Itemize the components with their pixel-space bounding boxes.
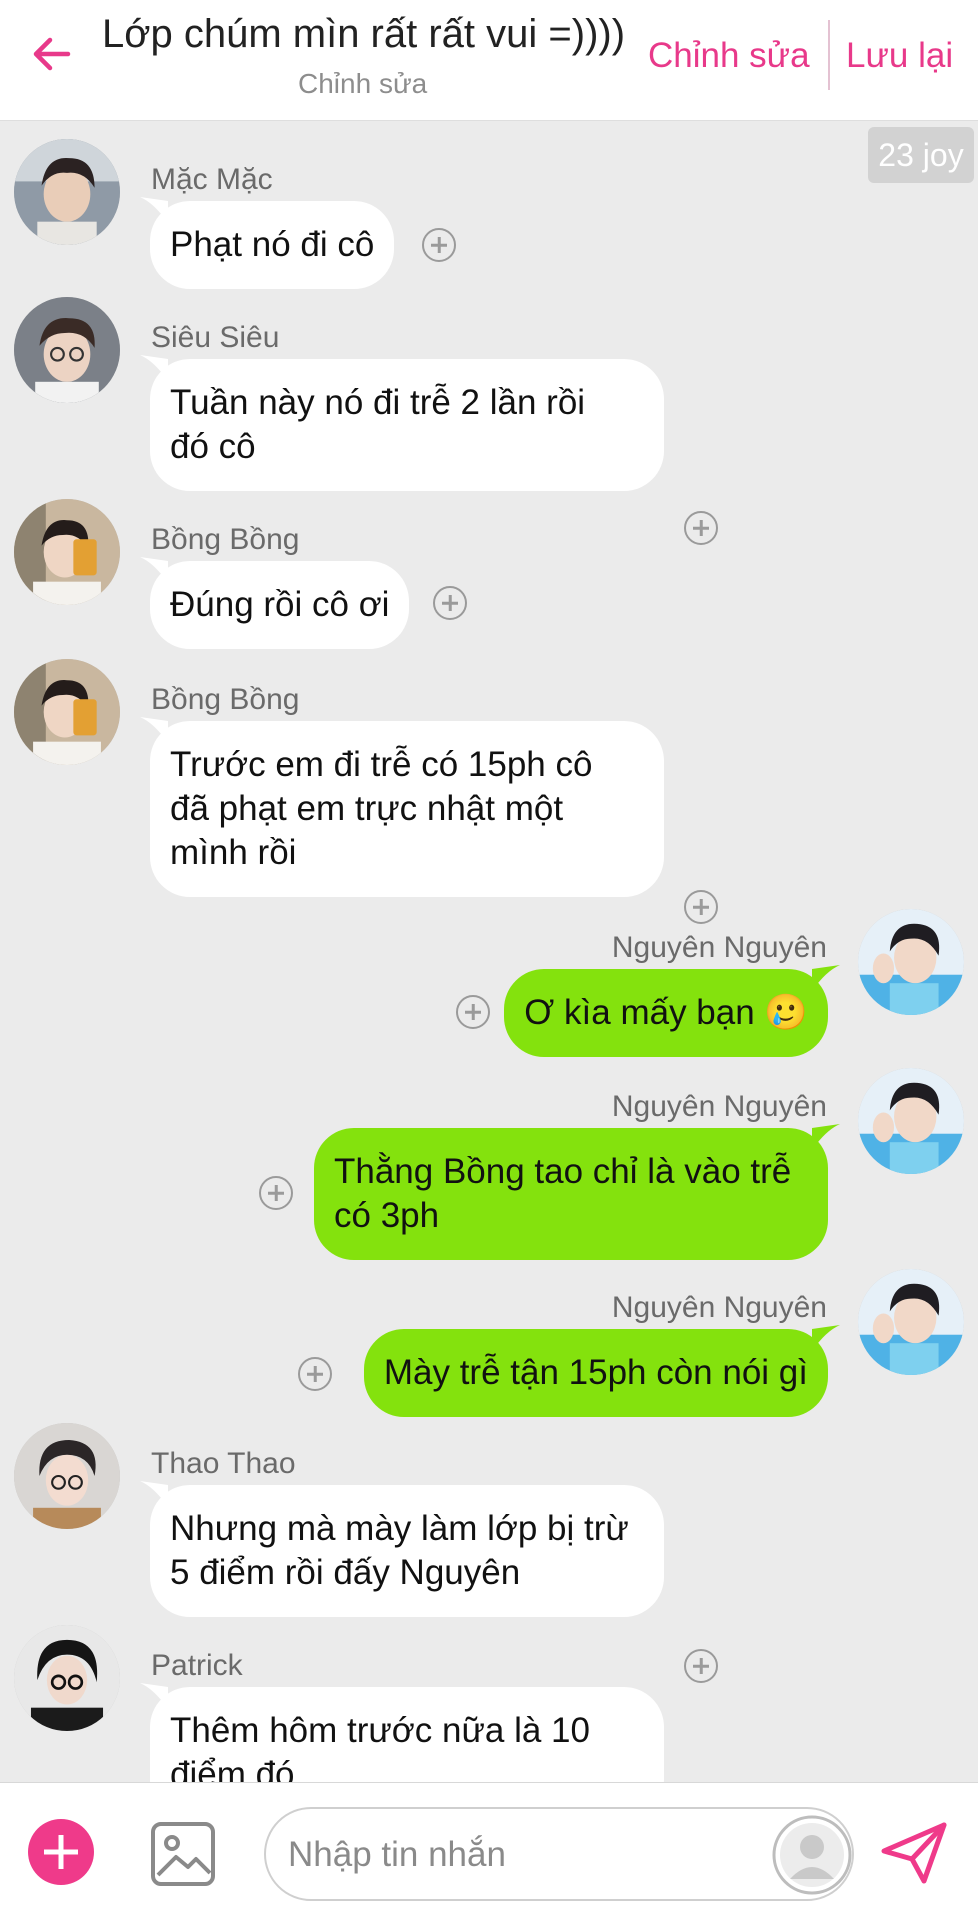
plus-circle-icon[interactable] xyxy=(28,1819,94,1885)
message-text: 5 điểm rồi đấy Nguyên xyxy=(170,1553,521,1592)
page-subtitle: Chỉnh sửa xyxy=(298,68,428,99)
avatar[interactable] xyxy=(858,909,964,1015)
message-input-placeholder: Nhập tin nhắn xyxy=(288,1835,506,1874)
back-arrow-icon[interactable] xyxy=(28,30,76,78)
message-text: Thằng Bồng tao chỉ là vào trễ xyxy=(334,1152,792,1191)
avatar[interactable] xyxy=(858,1269,964,1375)
message-bubble[interactable]: Đúng rồi cô ơi xyxy=(150,561,410,649)
message-row: Mặc Mặc Phạt nó đi cô xyxy=(0,139,978,289)
message-text: Đúng rồi cô ơi xyxy=(170,585,390,624)
sender-name: Mặc Mặc xyxy=(151,163,273,196)
add-reaction-icon[interactable] xyxy=(259,1176,293,1210)
message-text: Tuần này nó đi trễ 2 lần rồi xyxy=(170,383,586,422)
message-text: có 3ph xyxy=(334,1196,440,1235)
message-bubble[interactable]: Thêm hôm trước nữa là 10 điểm đó xyxy=(150,1687,664,1782)
avatar[interactable] xyxy=(14,1423,120,1529)
message-bubble[interactable]: Tuần này nó đi trễ 2 lần rồi đó cô xyxy=(150,359,664,491)
message-row: Nguyên Nguyên Mày trễ tận 15ph còn nói g… xyxy=(0,1267,978,1417)
sender-name: Bồng Bồng xyxy=(151,683,300,716)
avatar[interactable] xyxy=(14,297,120,403)
image-icon[interactable] xyxy=(150,1821,216,1887)
page-title: Lớp chúm mìn rất rất vui =)))) xyxy=(102,12,626,56)
message-text: Phạt nó đi cô xyxy=(170,225,375,264)
message-text: Mày trễ tận 15ph còn nói gì xyxy=(383,1353,808,1392)
message-row: Bồng Bồng Trước em đi trễ có 15ph cô đã … xyxy=(0,659,978,924)
chat-header: Lớp chúm mìn rất rất vui =)))) Chỉnh sửa… xyxy=(0,0,978,121)
edit-button[interactable]: Chỉnh sửa xyxy=(648,36,810,76)
save-button[interactable]: Lưu lại xyxy=(846,36,953,76)
message-bubble[interactable]: Trước em đi trễ có 15ph cô đã phạt em tr… xyxy=(150,721,664,897)
message-input[interactable]: Nhập tin nhắn xyxy=(264,1807,854,1901)
message-row: Nguyên Nguyên Thằng Bồng tao chỉ là vào … xyxy=(0,1066,978,1260)
message-bubble[interactable]: Ơ kìa mấy bạn 🥲 xyxy=(504,969,828,1057)
message-text: đó cô xyxy=(170,427,256,466)
add-reaction-icon[interactable] xyxy=(298,1357,332,1391)
avatar[interactable] xyxy=(14,659,120,765)
sender-name: Patrick xyxy=(151,1649,243,1682)
message-row: Thao Thao Nhưng mà mày làm lớp bị trừ 5 … xyxy=(0,1423,978,1683)
message-row: Patrick Thêm hôm trước nữa là 10 điểm đó xyxy=(0,1625,978,1782)
message-bubble[interactable]: Mày trễ tận 15ph còn nói gì xyxy=(363,1329,828,1417)
avatar[interactable] xyxy=(858,1068,964,1174)
message-row: Nguyên Nguyên Ơ kìa mấy bạn 🥲 xyxy=(0,907,978,1057)
message-bubble[interactable]: Phạt nó đi cô xyxy=(150,201,395,289)
avatar[interactable] xyxy=(14,1625,120,1731)
message-bubble[interactable]: Nhưng mà mày làm lớp bị trừ 5 điểm rồi đ… xyxy=(150,1485,664,1617)
sender-name: Nguyên Nguyên xyxy=(611,1291,827,1324)
sender-name: Nguyên Nguyên xyxy=(611,1090,827,1123)
message-row: Bồng Bồng Đúng rồi cô ơi xyxy=(0,499,978,649)
message-text: đã phạt em trực nhật một xyxy=(170,789,564,828)
send-icon[interactable] xyxy=(880,1821,948,1885)
add-reaction-icon[interactable] xyxy=(456,995,490,1029)
composer-bar: Nhập tin nhắn xyxy=(0,1782,978,1920)
message-text: điểm đó xyxy=(170,1755,295,1782)
sender-name: Bồng Bồng xyxy=(151,523,300,556)
message-bubble[interactable]: Thằng Bồng tao chỉ là vào trễ có 3ph xyxy=(314,1128,828,1260)
message-list[interactable]: 23 joy Mặc Mặc Phạt nó đi cô Siêu Siêu T… xyxy=(0,121,978,1782)
avatar[interactable] xyxy=(14,499,120,605)
message-row: Siêu Siêu Tuần này nó đi trễ 2 lần rồi đ… xyxy=(0,297,978,545)
add-reaction-icon[interactable] xyxy=(433,586,467,620)
message-text: Trước em đi trễ có 15ph cô xyxy=(170,745,593,784)
add-reaction-icon[interactable] xyxy=(422,228,456,262)
message-text: Nhưng mà mày làm lớp bị trừ xyxy=(170,1509,629,1548)
sender-name: Thao Thao xyxy=(151,1447,296,1480)
header-divider xyxy=(828,20,830,90)
message-text: Thêm hôm trước nữa là 10 xyxy=(170,1711,590,1750)
avatar-placeholder-icon[interactable] xyxy=(772,1815,852,1895)
message-text: Ơ kìa mấy bạn 🥲 xyxy=(524,993,808,1032)
message-text: mình rồi xyxy=(170,833,297,872)
avatar[interactable] xyxy=(14,139,120,245)
sender-name: Nguyên Nguyên xyxy=(611,931,827,964)
sender-name: Siêu Siêu xyxy=(151,321,280,354)
